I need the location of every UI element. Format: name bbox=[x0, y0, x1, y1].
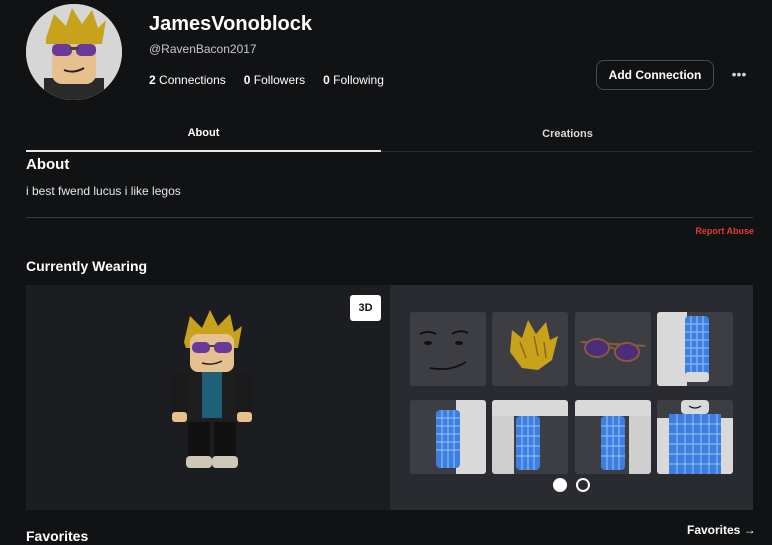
wearing-item-torso[interactable] bbox=[657, 400, 733, 474]
currently-wearing-heading: Currently Wearing bbox=[26, 258, 148, 274]
add-connection-button[interactable]: Add Connection bbox=[596, 60, 714, 90]
report-abuse-link[interactable]: Report Abuse bbox=[695, 226, 754, 236]
wearing-item-face[interactable] bbox=[410, 312, 486, 386]
hair-icon bbox=[492, 312, 568, 386]
arm-icon bbox=[657, 312, 733, 386]
profile-stats: 2 Connections 0 Followers 0 Following bbox=[149, 73, 384, 87]
following-stat[interactable]: 0 Following bbox=[323, 73, 384, 87]
leg-icon bbox=[575, 400, 651, 474]
arm-icon bbox=[410, 400, 486, 474]
wearing-item-right-leg[interactable] bbox=[575, 400, 651, 474]
display-name: JamesVonoblock bbox=[149, 13, 313, 35]
more-horizontal-icon[interactable]: ••• bbox=[728, 66, 750, 82]
connections-stat[interactable]: 2 Connections bbox=[149, 73, 226, 87]
followers-stat[interactable]: 0 Followers bbox=[244, 73, 305, 87]
carousel-page-2-dot[interactable] bbox=[576, 478, 590, 492]
username: @RavenBacon2017 bbox=[149, 42, 257, 56]
profile-avatar[interactable] bbox=[26, 4, 122, 100]
wearing-item-sunglasses[interactable] bbox=[575, 312, 651, 386]
wearing-item-hair[interactable] bbox=[492, 312, 568, 386]
profile-tabs: About Creations bbox=[26, 115, 753, 152]
favorites-heading: Favorites bbox=[26, 528, 89, 544]
divider bbox=[26, 217, 753, 218]
view-3d-toggle-button[interactable]: 3D bbox=[350, 295, 381, 321]
face-icon bbox=[410, 312, 486, 386]
about-description: i best fwend lucus i like legos bbox=[26, 184, 181, 198]
wearing-item-right-arm[interactable] bbox=[410, 400, 486, 474]
tab-about[interactable]: About bbox=[26, 115, 381, 152]
wearing-item-left-arm[interactable] bbox=[657, 312, 733, 386]
tab-creations[interactable]: Creations bbox=[390, 115, 745, 152]
about-heading: About bbox=[26, 156, 70, 173]
avatar-headshot-image bbox=[26, 4, 122, 100]
favorites-link[interactable]: Favorites → bbox=[687, 523, 756, 537]
carousel-page-1-dot[interactable] bbox=[553, 478, 567, 492]
avatar-3d-render bbox=[172, 310, 252, 468]
torso-icon bbox=[657, 400, 733, 474]
leg-icon bbox=[492, 400, 568, 474]
sunglasses-icon bbox=[575, 312, 651, 386]
wearing-item-left-leg[interactable] bbox=[492, 400, 568, 474]
